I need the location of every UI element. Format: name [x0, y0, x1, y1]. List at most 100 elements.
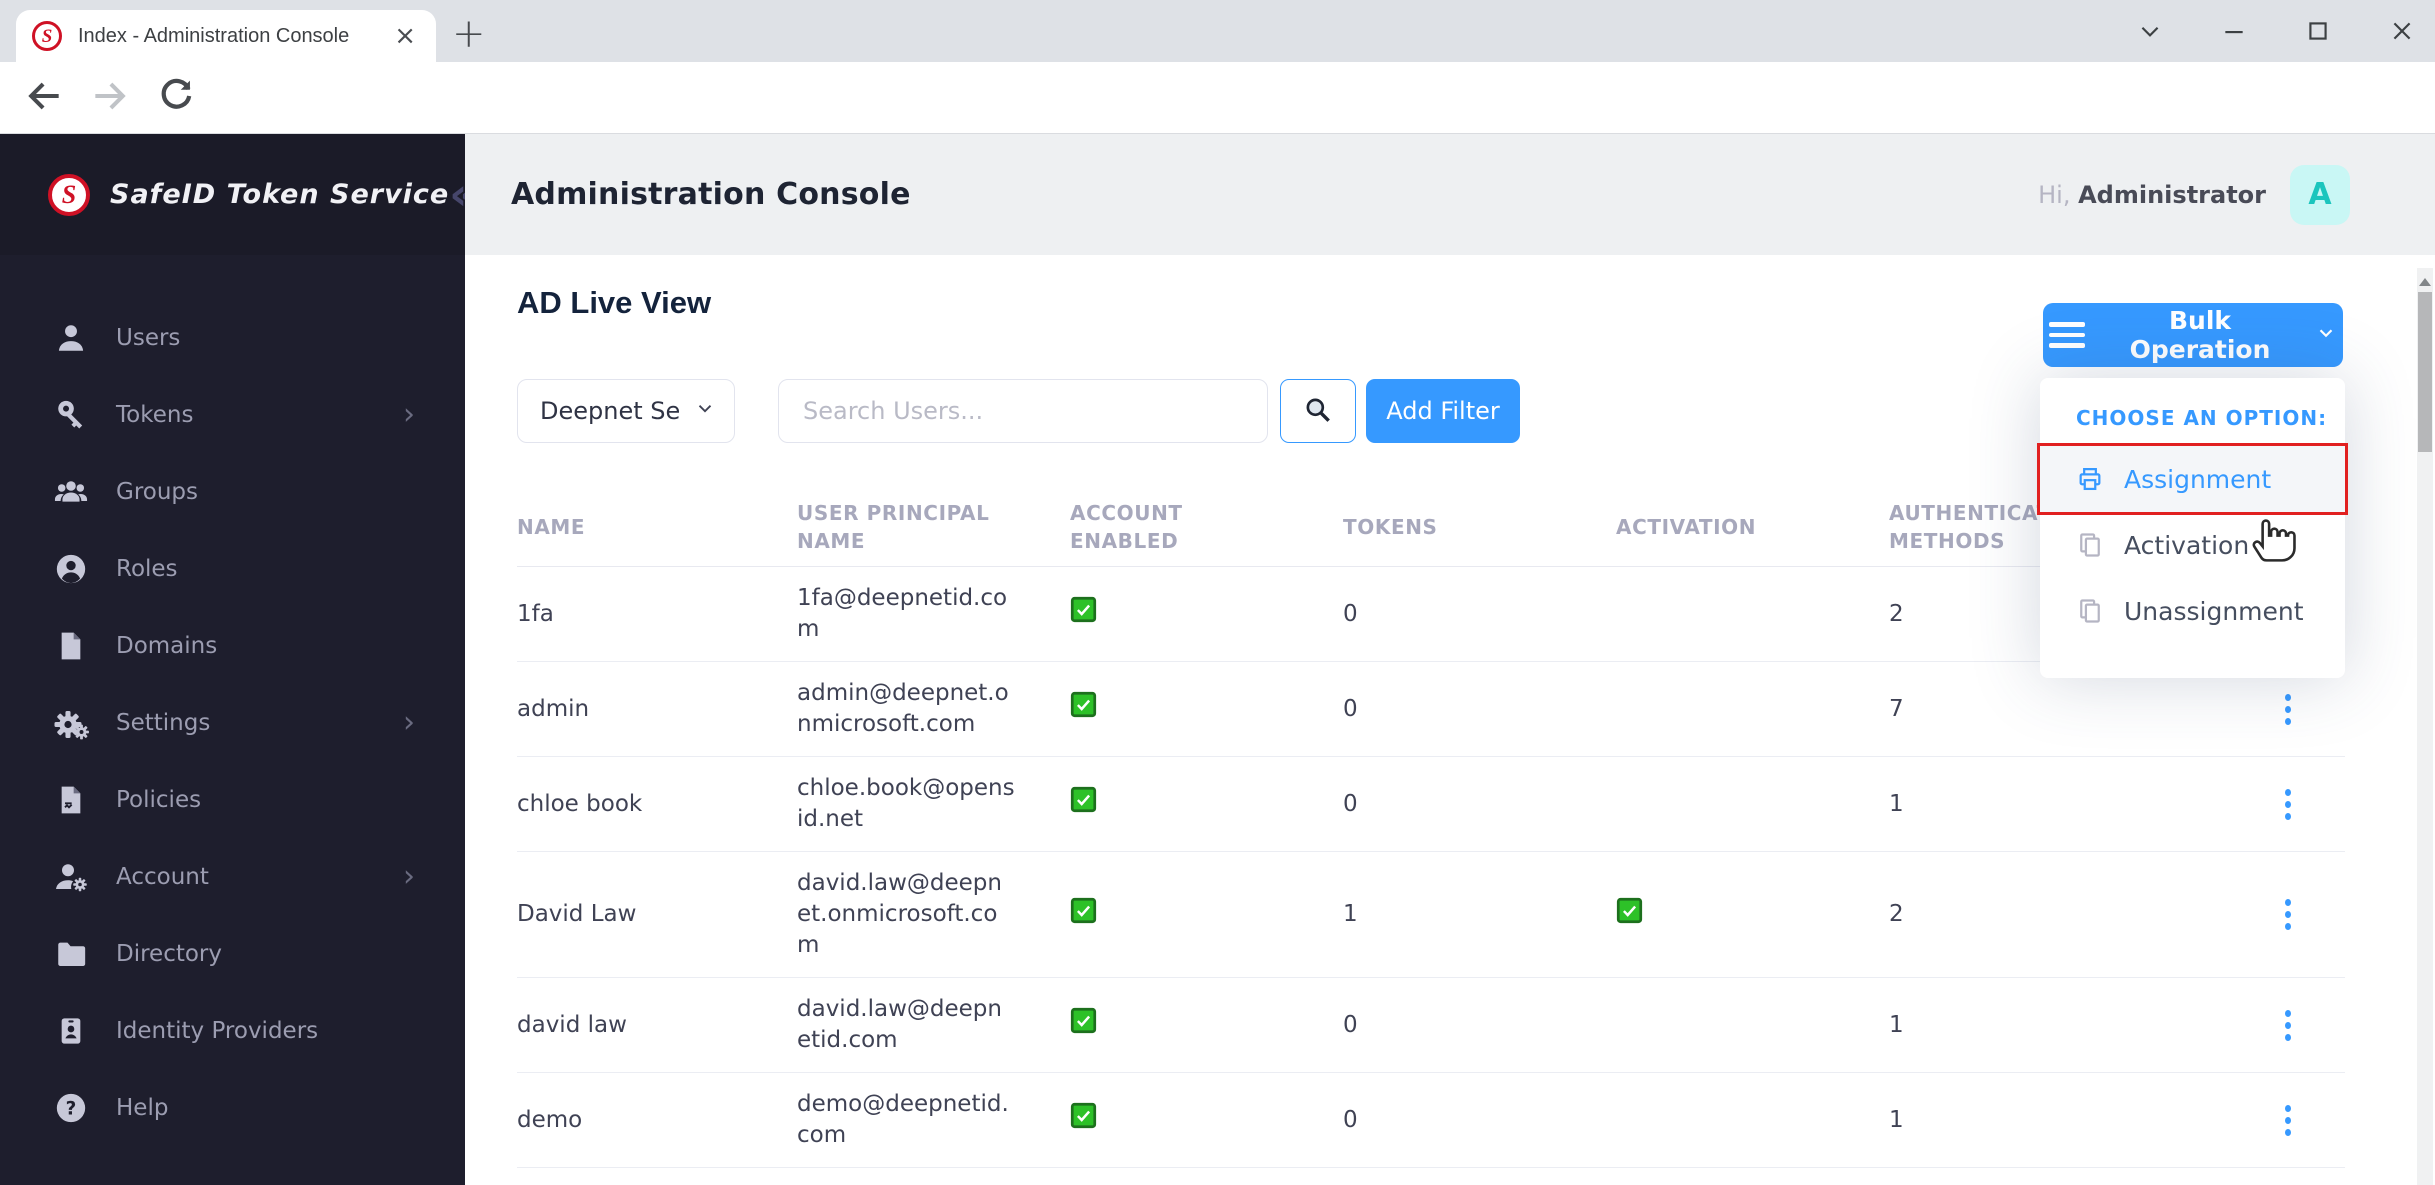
enabled-checkbox-icon: [1070, 1007, 1097, 1034]
reload-button[interactable]: [154, 74, 198, 118]
column-header-upn[interactable]: USER PRINCIPAL NAME: [797, 499, 1070, 555]
window-minimize-button[interactable]: [2221, 18, 2247, 44]
dropdown-option-unassignment[interactable]: Unassignment: [2040, 578, 2345, 644]
bulk-operation-dropdown: CHOOSE AN OPTION: Assignment Activation …: [2037, 378, 2348, 678]
app-root: S SafeID Token Service « Users Tokens › …: [0, 134, 2435, 1185]
enabled-checkbox-icon: [1070, 786, 1097, 813]
search-input[interactable]: [778, 379, 1268, 443]
cell-activation: [1616, 580, 1889, 648]
chevron-right-icon: ›: [403, 858, 415, 894]
column-header-name[interactable]: NAME: [517, 513, 797, 541]
enabled-checkbox-icon: [1070, 596, 1097, 623]
sidebar-item-roles[interactable]: Roles: [0, 530, 465, 607]
row-actions-button[interactable]: [2268, 892, 2308, 938]
sidebar-item-policies[interactable]: Policies: [0, 761, 465, 838]
scrollbar-thumb[interactable]: [2418, 292, 2432, 452]
cell-account-enabled: [1070, 770, 1343, 838]
column-header-account-enabled[interactable]: ACCOUNT ENABLED: [1070, 499, 1343, 555]
cell-name: demo: [517, 1106, 583, 1133]
cell-auth-methods: 1: [1889, 1011, 1904, 1038]
cell-auth-methods: 1: [1889, 1106, 1904, 1133]
chevron-right-icon: ›: [403, 704, 415, 740]
sidebar-item-tokens[interactable]: Tokens ›: [0, 376, 465, 453]
user-avatar[interactable]: A: [2290, 164, 2350, 225]
copy-icon: [2076, 531, 2104, 559]
back-button[interactable]: [22, 74, 66, 118]
table-row: Demo 1FA demo.1fa@opensid.net 0 1: [517, 1168, 2345, 1185]
sidebar-nav: Users Tokens › Groups Roles Domains Sett…: [0, 255, 465, 1146]
cell-upn: 1fa@deepnetid.com: [797, 585, 1008, 642]
user-icon: [50, 321, 92, 355]
sidebar: S SafeID Token Service « Users Tokens › …: [0, 134, 478, 1185]
activation-checkbox-icon: [1616, 897, 1643, 924]
sidebar-item-settings[interactable]: Settings ›: [0, 684, 465, 761]
row-actions-button[interactable]: [2268, 1002, 2308, 1048]
page-scrollbar[interactable]: [2417, 268, 2433, 1185]
search-icon: [1302, 394, 1334, 429]
browser-window: S Index - Administration Console × + adm…: [0, 0, 2435, 1185]
cell-name: david law: [517, 1011, 627, 1038]
column-header-tokens[interactable]: TOKENS: [1343, 513, 1616, 541]
cell-activation: [1616, 881, 1889, 949]
new-tab-button[interactable]: +: [452, 14, 486, 54]
cell-account-enabled: [1070, 991, 1343, 1059]
cell-name: David Law: [517, 901, 637, 927]
cell-account-enabled: [1070, 1181, 1343, 1185]
cell-tokens: 0: [1343, 1106, 1358, 1133]
user-greeting: Hi, Administrator: [2038, 180, 2266, 209]
brand-name: SafeID Token Service: [110, 179, 450, 210]
sidebar-item-identity-providers[interactable]: Identity Providers: [0, 992, 465, 1069]
main-area: Administration Console Hi, Administrator…: [465, 134, 2435, 1185]
cell-account-enabled: [1070, 675, 1343, 743]
row-actions-button[interactable]: [2268, 781, 2308, 827]
folder-icon: [50, 937, 92, 971]
cell-auth-methods: 1: [1889, 790, 1904, 817]
safeid-logo-icon: S: [48, 173, 90, 216]
cell-activation: [1616, 1086, 1889, 1154]
tab-close-icon[interactable]: ×: [390, 23, 420, 49]
row-actions-button[interactable]: [2268, 1097, 2308, 1143]
sidebar-item-directory[interactable]: Directory: [0, 915, 465, 992]
cell-upn: chloe.book@opensid.net: [797, 775, 1015, 832]
cell-upn: demo.1fa@opensid.net: [797, 1168, 1070, 1185]
cell-activation: [1616, 770, 1889, 838]
hamburger-icon: [2049, 322, 2085, 348]
cell-upn: demo@deepnetid.com: [797, 1091, 1009, 1148]
row-actions-button[interactable]: [2268, 686, 2308, 732]
bulk-operation-button[interactable]: Bulk Operation: [2043, 303, 2343, 367]
cell-auth-methods: 2: [1889, 901, 1904, 927]
sidebar-item-help[interactable]: ? Help: [0, 1069, 465, 1146]
enabled-checkbox-icon: [1070, 897, 1097, 924]
cell-tokens: 1: [1343, 901, 1358, 927]
sidebar-item-users[interactable]: Users: [0, 299, 465, 376]
forward-button[interactable]: [88, 74, 132, 118]
window-close-button[interactable]: [2389, 18, 2415, 44]
chevron-right-icon: ›: [403, 396, 415, 432]
cell-auth-methods: 7: [1889, 695, 1904, 722]
mouse-cursor-pointer: [2248, 508, 2300, 568]
sidebar-item-account[interactable]: Account ›: [0, 838, 465, 915]
chevron-down-icon: [2315, 321, 2337, 350]
enabled-checkbox-icon: [1070, 1102, 1097, 1129]
cell-activation: [1616, 675, 1889, 743]
search-button[interactable]: [1280, 379, 1356, 443]
content-area: AD Live View Deepnet Se Add Filter NAME: [465, 285, 2435, 1185]
window-maximize-button[interactable]: [2305, 18, 2331, 44]
question-icon: ?: [50, 1091, 92, 1125]
tab-search-chevron-icon[interactable]: [2137, 18, 2163, 44]
key-icon: [50, 398, 92, 432]
sidebar-item-domains[interactable]: Domains: [0, 607, 465, 684]
scrollbar-up-arrow-icon[interactable]: [2419, 278, 2431, 286]
dropdown-option-assignment[interactable]: Assignment: [2037, 443, 2348, 515]
policies-document-icon: [50, 784, 92, 816]
printer-icon: [2076, 465, 2104, 493]
browser-tab[interactable]: S Index - Administration Console ×: [16, 10, 436, 62]
identity-source-select[interactable]: Deepnet Se: [517, 379, 735, 443]
sidebar-item-groups[interactable]: Groups: [0, 453, 465, 530]
cell-account-enabled: [1070, 1086, 1343, 1154]
table-row: david law david.law@deepnetid.com 0 1: [517, 978, 2345, 1073]
copy-icon: [2076, 597, 2104, 625]
column-header-activation[interactable]: ACTIVATION: [1616, 513, 1889, 541]
cell-activation: [1616, 1181, 1889, 1185]
add-filter-button[interactable]: Add Filter: [1366, 379, 1520, 443]
